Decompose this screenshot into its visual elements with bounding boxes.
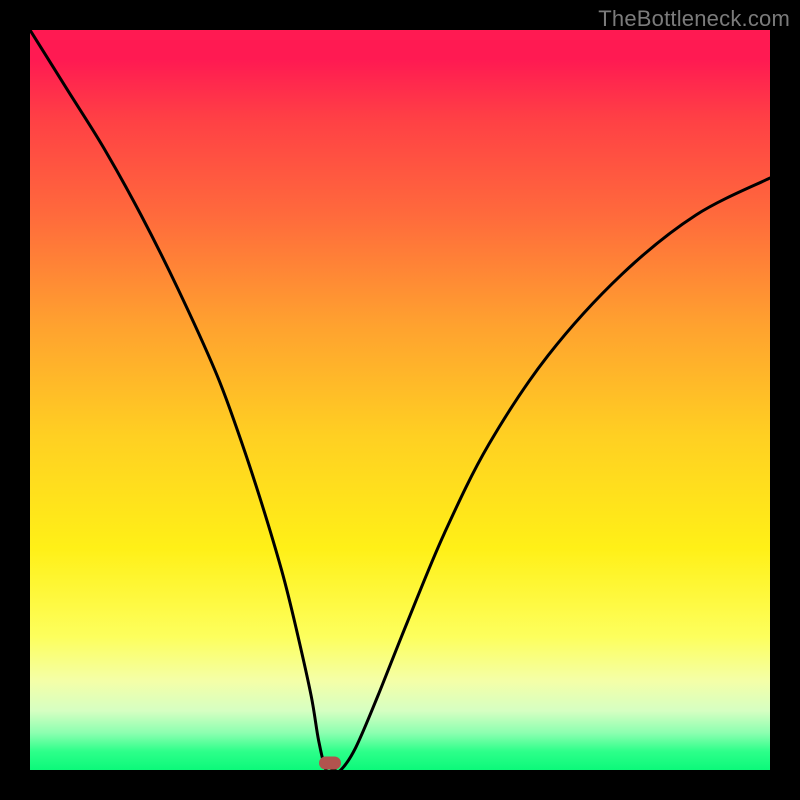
watermark-text: TheBottleneck.com [598, 6, 790, 32]
chart-frame: TheBottleneck.com [0, 0, 800, 800]
optimal-marker [319, 756, 341, 769]
plot-area [30, 30, 770, 770]
background-gradient [30, 30, 770, 770]
